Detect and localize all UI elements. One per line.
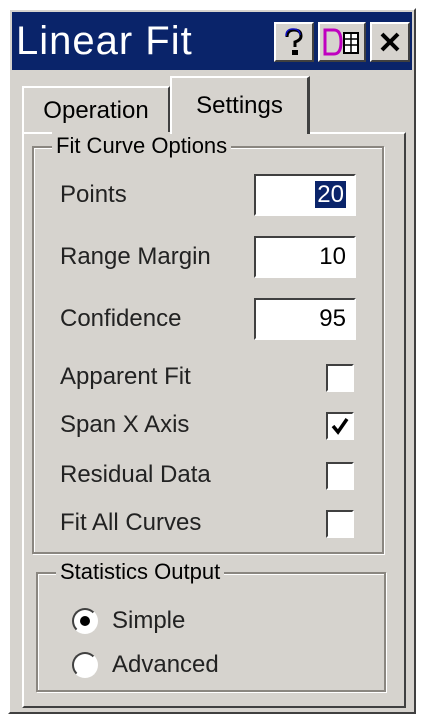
range-margin-label: Range Margin [60,243,211,270]
simple-radio[interactable] [72,608,98,634]
data-export-icon [323,28,359,56]
confidence-label: Confidence [60,305,182,332]
fit-all-curves-checkbox[interactable] [326,510,354,538]
tab-strip: Operation Settings [18,74,410,134]
apparent-fit-checkbox[interactable] [326,364,354,392]
range-margin-value: 10 [319,243,346,270]
residual-data-label: Residual Data [60,461,211,488]
title-bar[interactable]: Linear Fit [12,12,412,70]
radio-dot [80,616,90,626]
range-margin-input[interactable]: 10 [254,236,356,278]
simple-label[interactable]: Simple [112,606,185,636]
points-input[interactable]: 20 [254,174,356,216]
question-mark-icon [285,28,303,55]
fit-curve-options-legend: Fit Curve Options [52,132,232,160]
fit-all-curves-label: Fit All Curves [60,509,202,536]
points-label: Points [60,181,127,208]
tab-operation[interactable]: Operation [22,86,170,134]
statistics-output-legend: Statistics Output [56,558,225,586]
data-button[interactable] [318,22,366,62]
confidence-input[interactable]: 95 [254,298,356,340]
close-icon [380,32,400,52]
apparent-fit-label: Apparent Fit [60,363,191,390]
advanced-label[interactable]: Advanced [112,650,219,680]
span-x-axis-label: Span X Axis [60,411,190,438]
confidence-value: 95 [319,305,346,332]
tab-settings[interactable]: Settings [170,76,310,134]
advanced-radio[interactable] [72,652,98,678]
residual-data-checkbox[interactable] [326,462,354,490]
points-value: 20 [315,181,346,208]
help-button[interactable] [274,22,314,62]
close-button[interactable] [370,22,410,62]
span-x-axis-checkbox[interactable] [326,412,354,440]
window-title: Linear Fit [16,19,193,63]
checkmark-icon [331,418,349,435]
